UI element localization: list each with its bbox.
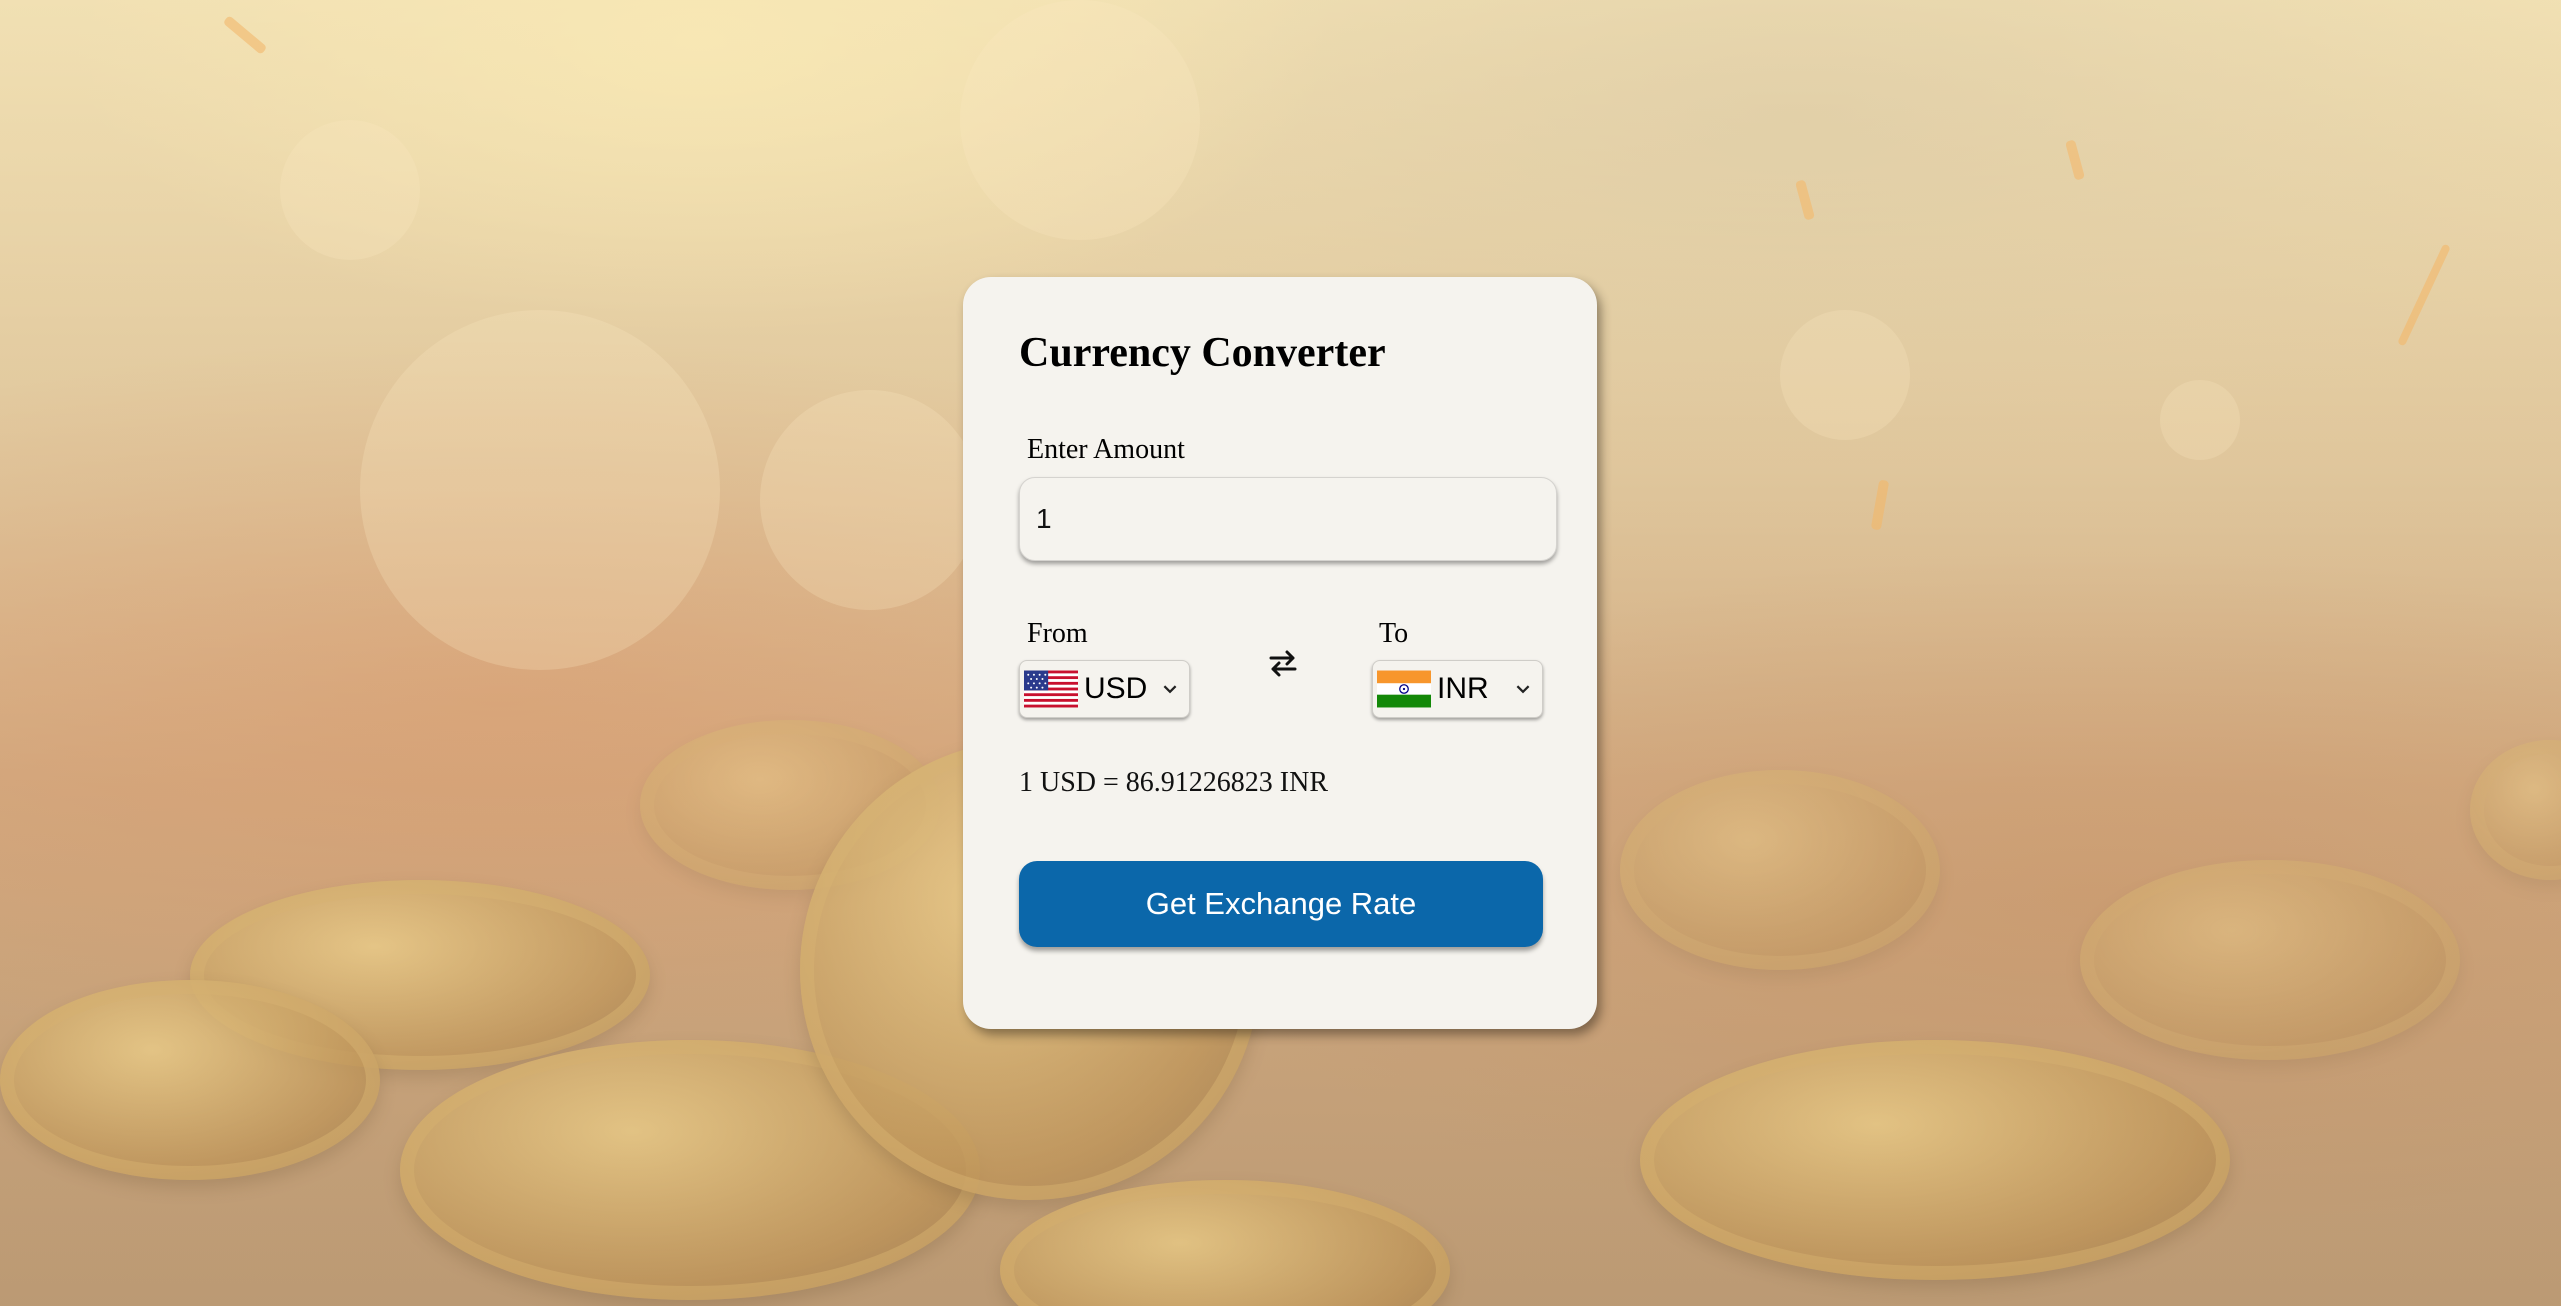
- amount-input[interactable]: [1019, 477, 1557, 561]
- converter-card: Currency Converter Enter Amount From USD: [963, 277, 1597, 1029]
- to-label: To: [1379, 618, 1409, 649]
- swap-arrows-icon: [1269, 650, 1297, 677]
- us-flag-icon: [1024, 670, 1078, 708]
- from-currency-select[interactable]: USD: [1019, 660, 1190, 718]
- amount-label: Enter Amount: [1027, 434, 1185, 465]
- india-flag-icon: [1377, 670, 1431, 708]
- from-label: From: [1027, 618, 1088, 649]
- chevron-down-icon: [1163, 685, 1177, 694]
- exchange-rate-result: 1 USD = 86.91226823 INR: [1019, 767, 1329, 798]
- to-currency-select[interactable]: INR: [1372, 660, 1543, 718]
- get-exchange-rate-button[interactable]: Get Exchange Rate: [1019, 861, 1543, 947]
- chevron-down-icon: [1516, 685, 1530, 694]
- page-title: Currency Converter: [1019, 330, 1386, 376]
- to-currency-value: INR: [1437, 672, 1489, 705]
- swap-currencies-button[interactable]: [1263, 643, 1303, 683]
- from-currency-value: USD: [1084, 672, 1148, 705]
